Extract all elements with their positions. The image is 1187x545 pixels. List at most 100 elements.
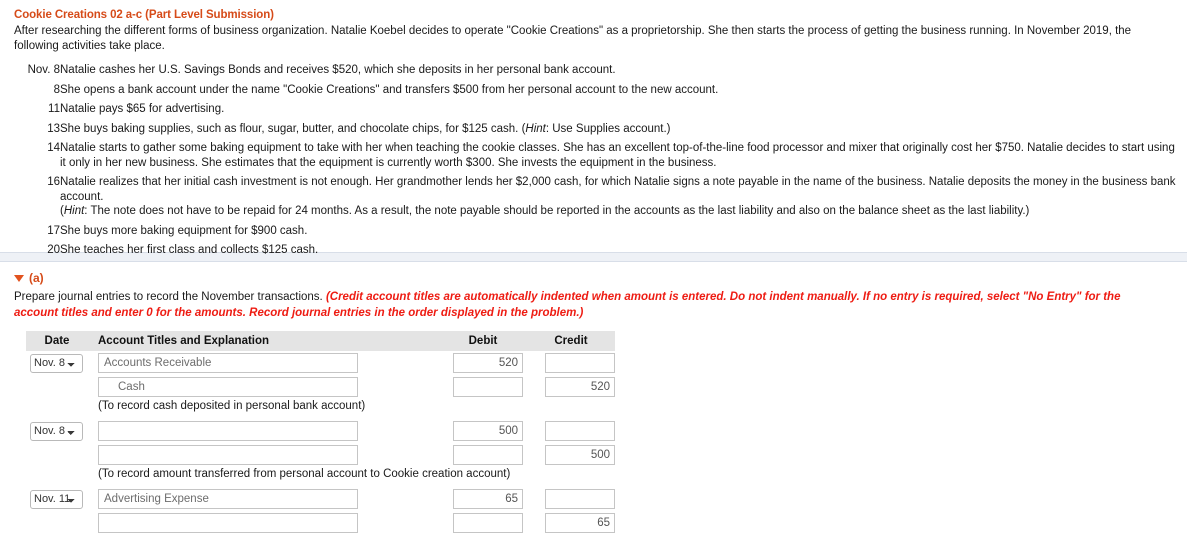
account-title-input-row4[interactable] [98,445,358,465]
problem-intro-text: After researching the different forms of… [14,25,1132,52]
journal-entry-row: Nov. 11 [26,487,615,511]
transaction-text: She buys more baking equipment for $900 … [60,224,308,237]
account-title-input-row6[interactable] [98,513,358,533]
transaction-row: 14 Natalie starts to gather some baking … [14,141,1177,175]
hint-word: Hint [63,205,85,217]
credit-input-row1[interactable] [545,353,615,373]
explanation-text-2: (To record amount transferred from perso… [98,468,511,480]
transaction-text: She opens a bank account under the name … [60,83,719,96]
date-cell [26,467,88,482]
transaction-row: 20 She teaches her first class and colle… [14,243,1177,263]
column-header-account: Account Titles and Explanation [88,331,443,351]
transaction-text: She buys baking supplies, such as flour,… [60,122,1177,142]
journal-entry-row [26,375,615,399]
journal-entry-table: Date Account Titles and Explanation Debi… [26,331,615,535]
part-a-label: (a) [29,271,44,285]
hint-body: : The note does not have to be repaid fo… [84,205,1030,217]
journal-entry-row [26,443,615,467]
transaction-date: 20 [47,244,60,256]
journal-entry-row [26,511,615,535]
credit-input-row2[interactable] [545,377,615,397]
problem-title: Cookie Creations 02 a-c (Part Level Subm… [14,9,274,21]
transaction-date: 17 [47,224,60,237]
transaction-date: 14 [47,142,60,154]
transaction-date: 8 [53,83,60,96]
transaction-row: 13 She buys baking supplies, such as flo… [14,122,1177,142]
date-select-row3[interactable]: Nov. 8 [30,421,83,441]
account-title-input-row2[interactable] [98,377,358,397]
debit-cell [443,351,535,375]
account-cell [88,443,443,467]
transaction-text-post: : Use Supplies account.) [545,122,671,135]
journal-table-head: Date Account Titles and Explanation Debi… [26,331,615,351]
debit-cell [443,419,535,443]
part-a-panel: (a) Prepare journal entries to record th… [0,261,1187,545]
debit-cell [443,511,535,535]
transaction-date: 13 [47,122,60,135]
part-a-header[interactable]: (a) [14,271,1175,285]
transaction-text: She teaches her first class and collects… [60,244,319,256]
column-header-date: Date [26,331,88,351]
column-header-credit: Credit [535,331,615,351]
credit-input-row6[interactable] [545,513,615,533]
hint-word: Hint [525,122,546,135]
transaction-date: 16 [47,176,60,188]
debit-cell [443,375,535,399]
date-cell: Nov. 8 [26,351,88,375]
account-cell [88,487,443,511]
account-cell [88,375,443,399]
page-root: Cookie Creations 02 a-c (Part Level Subm… [0,0,1187,545]
journal-entry-row: Nov. 8 [26,419,615,443]
account-title-input-row5[interactable] [98,489,358,509]
journal-table-body: Nov. 8 Accounts Receivable 520 Cash 520 … [26,351,615,535]
account-cell [88,511,443,535]
debit-input-row3[interactable] [453,421,523,441]
transaction-row: 11 Natalie pays $65 for advertising. [14,102,1177,122]
part-a-instructions: Prepare journal entries to record the No… [14,290,1145,321]
date-cell [26,375,88,399]
debit-input-row1[interactable] [453,353,523,373]
credit-input-row5[interactable] [545,489,615,509]
credit-cell [535,375,615,399]
date-select-row1[interactable]: Nov. 8 [30,353,83,373]
journal-explanation-row: (To record cash deposited in personal ba… [26,399,615,414]
journal-entry-row: Nov. 8 [26,351,615,375]
debit-input-row5[interactable] [453,489,523,509]
account-title-input-row3[interactable] [98,421,358,441]
transaction-row: 8 She opens a bank account under the nam… [14,83,1177,103]
date-cell [26,511,88,535]
credit-input-row4[interactable] [545,445,615,465]
transaction-text: Natalie starts to gather some baking equ… [60,142,1175,169]
date-cell [26,443,88,467]
account-cell [88,351,443,375]
transaction-row: Nov. 8 Natalie cashes her U.S. Savings B… [14,63,1177,83]
credit-cell [535,511,615,535]
collapse-triangle-icon[interactable] [14,274,24,282]
explanation-text-1: (To record cash deposited in personal ba… [98,400,366,412]
credit-cell [535,419,615,443]
date-cell: Nov. 11 [26,487,88,511]
account-cell [88,419,443,443]
debit-cell [443,487,535,511]
transaction-date: 11 [48,103,60,115]
transaction-text-main: Natalie realizes that her initial cash i… [60,176,1176,203]
debit-input-row2[interactable] [453,377,523,397]
journal-explanation-row: (To record amount transferred from perso… [26,467,615,482]
transaction-hint-line: (Hint: The note does not have to be repa… [60,205,1030,217]
transaction-text: Natalie cashes her U.S. Savings Bonds an… [60,64,616,76]
debit-input-row4[interactable] [453,445,523,465]
column-header-debit: Debit [443,331,535,351]
date-cell: Nov. 8 [26,419,88,443]
credit-input-row3[interactable] [545,421,615,441]
problem-statement-panel: Cookie Creations 02 a-c (Part Level Subm… [0,0,1187,295]
date-cell [26,399,88,414]
transaction-text-pre: She buys baking supplies, such as flour,… [60,122,526,135]
transaction-row: 17 She buys more baking equipment for $9… [14,224,1177,244]
transaction-text: Natalie pays $65 for advertising. [60,103,225,115]
transaction-text: Natalie realizes that her initial cash i… [60,175,1177,224]
date-select-row5[interactable]: Nov. 11 [30,489,83,509]
debit-input-row6[interactable] [453,513,523,533]
account-title-input-row1[interactable] [98,353,358,373]
journal-header-row: Date Account Titles and Explanation Debi… [26,331,615,351]
transaction-date: Nov. 8 [27,64,60,76]
